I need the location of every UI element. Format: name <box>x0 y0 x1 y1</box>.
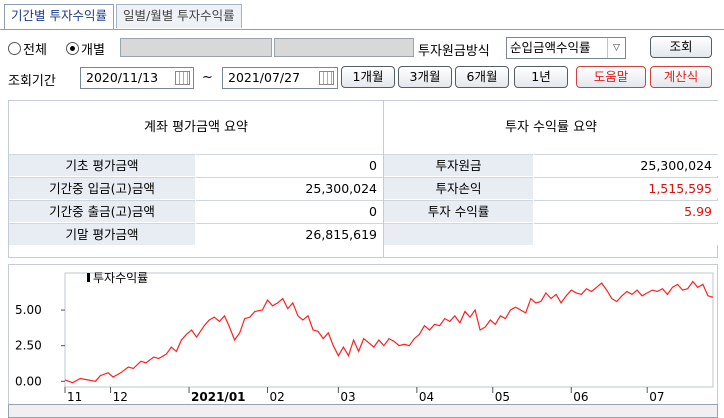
y-tick-label: 5.00 <box>15 303 42 317</box>
return-row-label <box>384 223 533 245</box>
summary-row-label: 기말 평가금액 <box>9 223 195 245</box>
summary-divider <box>383 101 384 258</box>
search-button[interactable]: 조회 <box>650 36 712 58</box>
x-tick-label: 05 <box>495 390 510 404</box>
formula-button[interactable]: 계산식 <box>650 66 712 88</box>
x-tick-label: 02 <box>270 390 285 404</box>
summary-row-label: 기간중 출금(고)금액 <box>9 200 195 222</box>
x-tick-label: 11 <box>67 390 82 404</box>
method-select[interactable]: 순입금액수익률 ▽ <box>506 37 626 59</box>
summary-row-label: 기간중 입금(고)금액 <box>9 177 195 199</box>
y-tick-label: 2.50 <box>15 339 42 353</box>
end-date-field[interactable]: 2021/07/27 <box>222 67 338 89</box>
radio-individual-label: 개별 <box>81 43 105 58</box>
y-tick-label: 0.00 <box>15 374 42 388</box>
account-filter-row: 전체 개별 투자원금방식 순입금액수익률 ▽ 조회 <box>8 36 720 60</box>
return-chart-svg: 5.00 2.50 0.00 11 12 2021/01 02 03 04 05 06 07 투자수익률 <box>15 271 714 404</box>
radio-all-label: 전체 <box>23 43 47 58</box>
start-date-value: 2020/11/13 <box>86 70 159 85</box>
three-month-button[interactable]: 3개월 <box>398 66 452 88</box>
tab-daily-monthly-return[interactable]: 일별/월별 투자수익률 <box>115 4 242 28</box>
x-tick-label: 07 <box>649 390 664 404</box>
account-name-field-masked[interactable] <box>274 38 414 57</box>
calendar-icon[interactable] <box>319 71 334 85</box>
return-row-label: 투자 수익률 <box>384 200 533 222</box>
calendar-icon[interactable] <box>175 71 190 85</box>
period-filter-row: 조회기간 2020/11/13 ~ 2021/07/27 1개월 3개월 6개월… <box>8 66 720 90</box>
one-year-button[interactable]: 1년 <box>514 66 568 88</box>
summary-row-value: 0 <box>196 154 383 176</box>
radio-individual[interactable]: 개별 <box>66 39 105 58</box>
return-row-value: 1,515,595 <box>534 177 718 199</box>
x-tick-label: 03 <box>340 390 355 404</box>
chevron-down-icon[interactable]: ▽ <box>607 38 625 58</box>
account-number-field-masked[interactable] <box>120 38 272 57</box>
radio-all[interactable]: 전체 <box>8 39 47 58</box>
return-row-label: 투자손익 <box>384 177 533 199</box>
method-select-value: 순입금액수익률 <box>510 40 591 55</box>
account-valuation-summary-title: 계좌 평가금액 요약 <box>9 101 383 154</box>
legend-marker <box>87 273 90 282</box>
end-date-value: 2021/07/27 <box>228 70 301 85</box>
help-button[interactable]: 도움말 <box>576 66 646 88</box>
tab-bar: 기간별 투자수익률 일별/월별 투자수익률 <box>4 4 244 30</box>
date-range-tilde: ~ <box>202 70 213 85</box>
start-date-field[interactable]: 2020/11/13 <box>80 67 194 89</box>
return-row-value: 5.99 <box>534 200 718 222</box>
one-month-button[interactable]: 1개월 <box>341 66 395 88</box>
return-row-label: 투자원금 <box>384 154 533 176</box>
period-label: 조회기간 <box>8 74 56 89</box>
six-month-button[interactable]: 6개월 <box>455 66 509 88</box>
radio-individual-indicator[interactable] <box>66 42 79 55</box>
summary-row-value: 26,815,619 <box>196 223 383 245</box>
summary-row-value: 0 <box>196 200 383 222</box>
return-series-line <box>64 280 714 384</box>
tab-period-return[interactable]: 기간별 투자수익률 <box>4 4 114 30</box>
summary-row-value: 25,300,024 <box>196 177 383 199</box>
return-chart: 5.00 2.50 0.00 11 12 2021/01 02 03 04 05 06 07 투자수익률 <box>8 264 718 412</box>
x-tick-label: 12 <box>113 390 128 404</box>
legend-label: 투자수익률 <box>93 271 148 285</box>
x-tick-label: 04 <box>419 390 434 404</box>
investment-return-summary-title: 투자 수익률 요약 <box>384 101 718 154</box>
summary-table: 계좌 평가금액 요약 투자 수익률 요약 기초 평가금액 0 기간중 입금(고)… <box>8 100 718 258</box>
return-row-value: 25,300,024 <box>534 154 718 176</box>
tab-divider <box>0 29 724 30</box>
x-tick-label: 2021/01 <box>191 390 245 404</box>
method-label: 투자원금방식 <box>418 44 490 59</box>
radio-all-indicator[interactable] <box>8 42 21 55</box>
chart-scrollbar[interactable] <box>8 404 718 418</box>
plot-area <box>64 272 714 388</box>
x-tick-label: 06 <box>573 390 588 404</box>
return-row-value <box>534 223 718 245</box>
summary-row-label: 기초 평가금액 <box>9 154 195 176</box>
